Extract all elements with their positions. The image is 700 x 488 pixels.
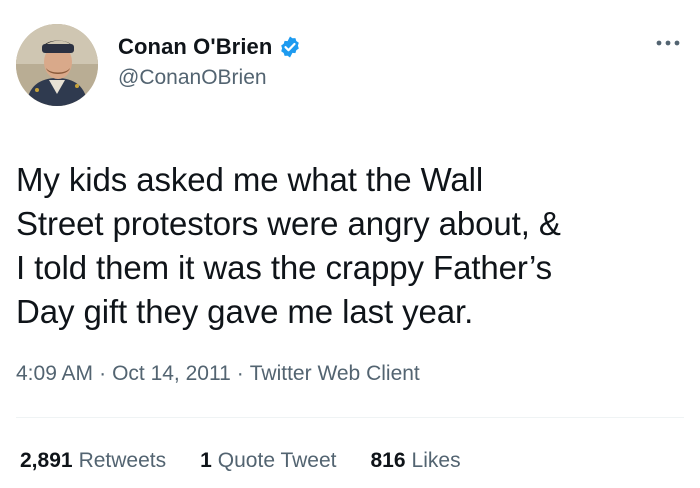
tweet-client[interactable]: Twitter Web Client: [250, 362, 420, 386]
tweet-text: My kids asked me what the Wall Street pr…: [16, 161, 561, 330]
meta-separator: ·: [99, 362, 107, 385]
retweets-label: Retweets: [78, 449, 167, 472]
tweet-card: Conan O'Brien @ConanOBrien My kids asked…: [0, 0, 700, 488]
name-row: Conan O'Brien: [118, 34, 302, 60]
tweet-header: Conan O'Brien @ConanOBrien: [16, 22, 684, 110]
tweet-date[interactable]: Oct 14, 2011: [112, 362, 231, 386]
likes-count: 816: [370, 449, 406, 472]
likes-label: Likes: [411, 449, 461, 472]
tweet-meta: 4:09 AM · Oct 14, 2011 · Twitter Web Cli…: [16, 362, 684, 386]
divider: [16, 417, 684, 418]
likes-stat[interactable]: 816 Likes: [371, 449, 461, 473]
retweets-count: 2,891: [20, 449, 73, 472]
author-identity: Conan O'Brien @ConanOBrien: [118, 34, 302, 90]
tweet-time[interactable]: 4:09 AM: [16, 362, 93, 386]
author-display-name[interactable]: Conan O'Brien: [118, 34, 272, 60]
tweet-stats: 2,891 Retweets 1 Quote Tweet 816 Likes: [20, 449, 495, 473]
meta-separator: ·: [236, 362, 244, 385]
quotes-label: Quote Tweet: [217, 449, 337, 472]
more-options-icon[interactable]: [654, 36, 682, 48]
avatar[interactable]: [16, 24, 98, 106]
author-handle[interactable]: @ConanOBrien: [118, 66, 302, 90]
retweets-stat[interactable]: 2,891 Retweets: [20, 449, 166, 473]
verified-badge-icon: [278, 35, 302, 59]
quotes-stat[interactable]: 1 Quote Tweet: [200, 449, 336, 473]
quotes-count: 1: [200, 449, 212, 472]
